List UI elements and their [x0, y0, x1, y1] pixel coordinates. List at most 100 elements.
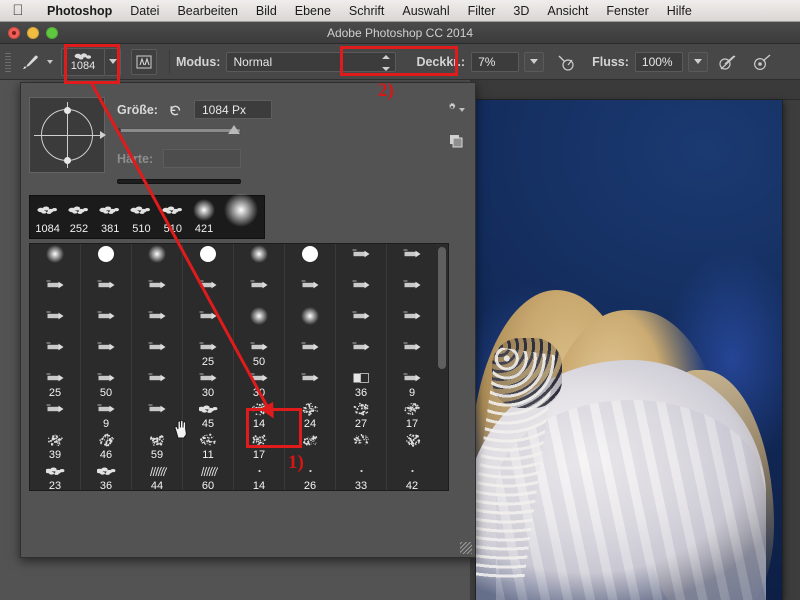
gear-icon[interactable]	[447, 99, 465, 115]
brush-grid-item[interactable]: 9	[387, 368, 438, 399]
brush-grid-item[interactable]: 17	[234, 430, 285, 461]
reset-icon[interactable]	[168, 102, 184, 118]
brush-grid-item[interactable]: 27	[336, 399, 387, 430]
brush-strip-item[interactable]: 510	[126, 195, 157, 237]
brush-grid-item[interactable]	[336, 275, 387, 306]
brush-grid-item[interactable]	[285, 275, 336, 306]
brush-grid-item[interactable]	[132, 275, 183, 306]
brush-grid-item[interactable]: 39	[30, 430, 81, 461]
brush-grid-item[interactable]	[30, 337, 81, 368]
brush-size-input[interactable]: 1084 Px	[194, 100, 272, 119]
brush-grid-item[interactable]: 25	[30, 368, 81, 399]
document-tab-bar[interactable]	[470, 80, 800, 100]
smoothing-icon[interactable]	[750, 49, 776, 75]
menu-item-ebene[interactable]: Ebene	[286, 0, 340, 22]
brush-grid-item[interactable]: 25	[183, 337, 234, 368]
menu-item-fenster[interactable]: Fenster	[597, 0, 657, 22]
opacity-dropdown-arrow[interactable]	[524, 52, 544, 72]
brush-strip-item[interactable]: 1084	[32, 195, 63, 237]
brush-grid-item[interactable]	[183, 244, 234, 275]
options-bar-grip[interactable]	[3, 51, 13, 73]
brush-grid-item[interactable]	[132, 368, 183, 399]
brush-grid-scroll-thumb[interactable]	[438, 247, 446, 369]
brush-grid-item[interactable]	[30, 275, 81, 306]
brush-grid-scrollbar[interactable]	[437, 245, 447, 489]
menu-item-datei[interactable]: Datei	[121, 0, 168, 22]
brush-grid-item[interactable]	[285, 430, 336, 461]
brush-grid-item[interactable]	[30, 306, 81, 337]
menu-item-photoshop[interactable]: Photoshop	[38, 0, 121, 22]
brush-preset-picker-button[interactable]: 1084	[61, 48, 105, 76]
brush-grid-item[interactable]	[81, 244, 132, 275]
brush-grid-item[interactable]: 14	[234, 461, 285, 491]
brush-grid-item[interactable]	[234, 244, 285, 275]
brush-size-slider-knob[interactable]	[228, 125, 240, 134]
brush-grid-item[interactable]	[336, 430, 387, 461]
brush-grid-item[interactable]: 24	[285, 399, 336, 430]
brush-tool-icon[interactable]	[17, 49, 43, 75]
brush-strip-item[interactable]: 381	[95, 195, 126, 237]
menu-item-3d[interactable]: 3D	[504, 0, 538, 22]
brush-grid-item[interactable]: 23	[30, 461, 81, 491]
brush-grid-item[interactable]	[285, 306, 336, 337]
menu-item-schrift[interactable]: Schrift	[340, 0, 393, 22]
brush-grid-item[interactable]: 60	[183, 461, 234, 491]
brush-grid-item[interactable]: 30	[234, 368, 285, 399]
brush-tool-flyout-arrow[interactable]	[47, 60, 53, 64]
brush-grid-item[interactable]	[336, 244, 387, 275]
brush-grid-item[interactable]	[30, 399, 81, 430]
brush-grid-item[interactable]: 14	[234, 399, 285, 430]
brush-hardness-slider[interactable]	[117, 179, 241, 184]
brush-grid-item[interactable]	[81, 275, 132, 306]
brush-grid-item[interactable]	[234, 275, 285, 306]
tablet-pressure-opacity-icon[interactable]	[552, 49, 578, 75]
brush-grid-item[interactable]	[285, 368, 336, 399]
brush-grid-item[interactable]	[132, 306, 183, 337]
brush-strip-item[interactable]: 252	[63, 195, 94, 237]
brush-size-slider[interactable]	[117, 128, 241, 133]
opacity-input[interactable]: 7%	[471, 52, 519, 72]
brush-grid-item[interactable]	[387, 306, 438, 337]
menu-item-ansicht[interactable]: Ansicht	[538, 0, 597, 22]
brush-grid-item[interactable]: 30	[183, 368, 234, 399]
apple-logo-icon[interactable]: 	[10, 3, 26, 19]
brush-strip-item[interactable]	[220, 195, 262, 237]
brush-grid-item[interactable]: 45	[183, 399, 234, 430]
airbrush-icon[interactable]	[716, 49, 742, 75]
brush-grid-item[interactable]	[285, 244, 336, 275]
new-preset-icon[interactable]	[448, 133, 464, 149]
brush-grid-item[interactable]	[81, 306, 132, 337]
brush-grid-item[interactable]	[30, 244, 81, 275]
brush-grid-item[interactable]	[183, 275, 234, 306]
brush-grid-item[interactable]: 9	[81, 399, 132, 430]
brush-angle-preview[interactable]	[29, 97, 105, 173]
brush-grid-item[interactable]	[234, 306, 285, 337]
menu-item-bearbeiten[interactable]: Bearbeiten	[168, 0, 246, 22]
brush-grid-item[interactable]: 46	[81, 430, 132, 461]
brush-panel-icon[interactable]	[131, 49, 157, 75]
flow-dropdown-arrow[interactable]	[688, 52, 708, 72]
brush-grid-item[interactable]	[285, 337, 336, 368]
blend-mode-select[interactable]: Normal	[226, 52, 396, 72]
brush-grid-item[interactable]	[81, 337, 132, 368]
brush-grid-item[interactable]	[183, 306, 234, 337]
brush-grid-item[interactable]: 33	[336, 461, 387, 491]
brush-hardness-input[interactable]	[163, 149, 241, 168]
brush-grid-item[interactable]	[132, 244, 183, 275]
brush-preset-dropdown-arrow[interactable]	[105, 48, 121, 76]
brush-grid-item[interactable]: 17	[387, 399, 438, 430]
brush-grid-item[interactable]	[387, 244, 438, 275]
brush-grid-item[interactable]	[387, 275, 438, 306]
brush-grid-item[interactable]: 36	[336, 368, 387, 399]
canvas-image[interactable]	[476, 100, 782, 600]
brush-grid-item[interactable]: 50	[234, 337, 285, 368]
brush-grid-item[interactable]	[387, 337, 438, 368]
brush-grid-item[interactable]: 44	[132, 461, 183, 491]
brush-strip-item[interactable]: 510	[157, 195, 188, 237]
brush-grid-item[interactable]	[336, 306, 387, 337]
menu-item-hilfe[interactable]: Hilfe	[658, 0, 701, 22]
brush-grid-item[interactable]	[336, 337, 387, 368]
brush-grid-item[interactable]	[387, 430, 438, 461]
brush-grid-item[interactable]: 26	[285, 461, 336, 491]
brush-grid-item[interactable]: 36	[81, 461, 132, 491]
